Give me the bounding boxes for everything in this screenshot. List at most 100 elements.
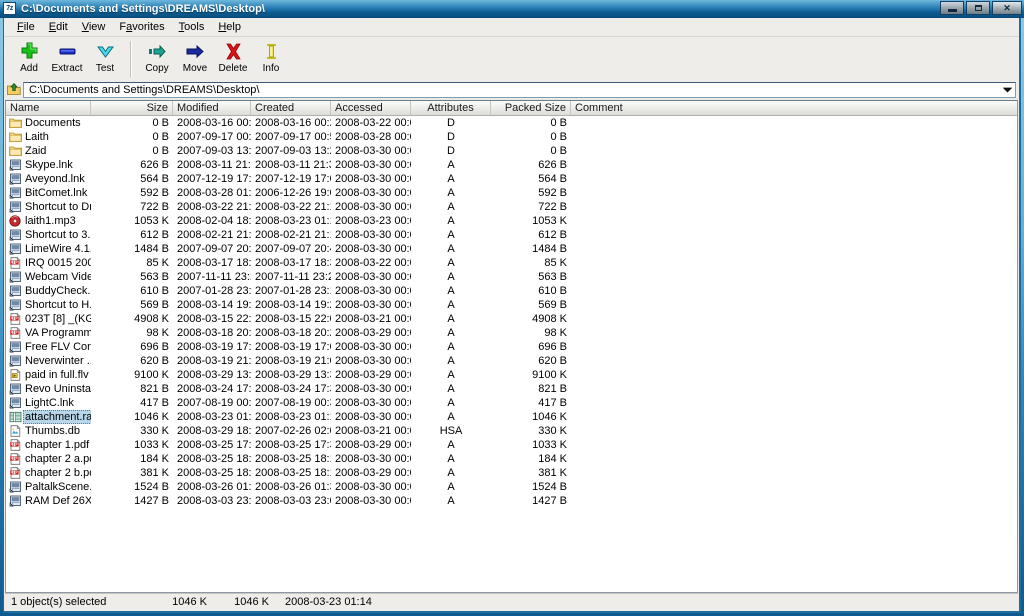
column-header-name[interactable]: Name [6,101,91,115]
address-input[interactable]: C:\Documents and Settings\DREAMS\Desktop… [23,81,1016,98]
shortcut-icon [9,285,22,297]
menu-item-view[interactable]: View [75,19,113,35]
table-row[interactable]: LightC.lnk 417 B 2007-08-19 00:33 2007-08-1… [6,396,1017,410]
table-row[interactable]: Shortcut to Dr... 722 B 2008-03-22 21:12 20… [6,200,1017,214]
table-row[interactable]: Webcam Vide... 563 B 2007-11-11 23:21 2007-… [6,270,1017,284]
shortcut-icon [9,173,22,185]
cell-modified: 2008-03-29 13:38 [177,369,251,381]
table-row[interactable]: Shortcut to H... 569 B 2008-03-14 19:27 200… [6,298,1017,312]
cell-name: Thumbs.db [6,424,91,438]
shortcut-icon [9,159,22,171]
test-button[interactable]: Test [86,39,124,79]
cell-modified: 2008-03-03 23:00 [177,495,251,507]
cell-name: LimeWire 4.1... [6,242,91,256]
table-row[interactable]: laith1.mp3 1053 K 2008-02-04 18:18 2008-03-… [6,214,1017,228]
column-header-size[interactable]: Size [91,101,173,115]
copy-button[interactable]: Copy [138,39,176,79]
file-name-label: LightC.lnk [25,397,74,409]
column-header-created[interactable]: Created [251,101,331,115]
column-header-accessed[interactable]: Accessed [331,101,411,115]
table-row[interactable]: Revo Uninstal... 821 B 2008-03-24 17:34 200… [6,382,1017,396]
cell-name: Skype.lnk [6,158,91,172]
file-name-label: Zaid [25,145,47,157]
column-header-modified[interactable]: Modified [173,101,251,115]
title-bar[interactable]: 7z C:\Documents and Settings\DREAMS\Desk… [0,0,1024,18]
table-row[interactable]: 023T [8] _(KG... 4908 K 2008-03-15 22:01 20… [6,312,1017,326]
info-button[interactable]: Info [252,39,290,79]
table-row[interactable]: Laith 0 B 2007-09-17 00:53 2007-09-17 00:53… [6,130,1017,144]
table-row[interactable]: Thumbs.db 330 K 2008-03-29 18:55 2007-02-26… [6,424,1017,438]
pdf-icon [9,439,22,451]
table-row[interactable]: chapter 1.pdf 1033 K 2008-03-25 17:31 2008-… [6,438,1017,452]
table-row[interactable]: PaltalkScene.l... 1524 B 2008-03-26 01:31 2… [6,480,1017,494]
up-folder-icon[interactable] [5,82,23,98]
minimize-button[interactable] [940,1,964,15]
cell-packed: 626 B [538,159,567,171]
table-row[interactable]: Shortcut to 3... 612 B 2008-02-21 21:18 200… [6,228,1017,242]
menu-item-help[interactable]: Help [211,19,248,35]
cell-size: 564 B [140,173,169,185]
file-list[interactable]: Name Size Modified Created Accessed Attribute… [5,100,1018,593]
table-row[interactable]: chapter 2 b.pdf 381 K 2008-03-25 18:14 2008… [6,466,1017,480]
cell-attributes: HSA [439,425,463,437]
pdf-icon [9,257,22,269]
cell-size: 85 K [146,257,169,269]
table-row[interactable]: Neverwinter ... 620 B 2008-03-19 21:01 2008… [6,354,1017,368]
menu-item-favorites[interactable]: Favorites [112,19,171,35]
cell-attributes: A [447,439,455,451]
cell-created: 2007-08-19 00:33 [255,397,331,409]
cell-packed: 85 K [544,257,567,269]
menu-item-edit[interactable]: Edit [42,19,75,35]
cell-name: Revo Uninstal... [6,382,91,396]
cell-comment [571,480,1017,494]
menu-item-file[interactable]: File [10,19,42,35]
cell-packed: 592 B [538,187,567,199]
column-header-packed[interactable]: Packed Size [491,101,571,115]
address-value: C:\Documents and Settings\DREAMS\Desktop… [29,83,260,96]
menu-item-tools[interactable]: Tools [172,19,212,35]
cell-modified: 2007-09-17 00:53 [177,131,251,143]
pdf-icon [9,327,22,339]
cell-modified: 2008-03-26 01:31 [177,481,251,493]
pdf-icon [9,453,22,465]
cell-modified: 2007-09-07 20:41 [177,243,251,255]
close-button[interactable]: ✕ [992,1,1022,15]
cell-created: 2008-03-11 21:37 [255,159,331,171]
table-row[interactable]: BitComet.lnk 592 B 2008-03-28 01:28 2006-12… [6,186,1017,200]
table-row[interactable]: Zaid 0 B 2007-09-03 13:20 2007-09-03 13:20 2… [6,144,1017,158]
table-row[interactable]: Documents 0 B 2008-03-16 00:29 2008-03-16 0… [6,116,1017,130]
table-row[interactable]: chapter 2 a.pdf 184 K 2008-03-25 18:14 2008… [6,452,1017,466]
add-button[interactable]: Add [10,39,48,79]
table-row[interactable]: Aveyond.lnk 564 B 2007-12-19 17:03 2007-12-… [6,172,1017,186]
cell-name: chapter 2 b.pdf [6,466,91,480]
cell-comment [571,242,1017,256]
address-dropdown-chevron-down-icon[interactable] [1000,83,1014,97]
move-button[interactable]: Move [176,39,214,79]
maximize-button[interactable] [966,1,990,15]
table-row[interactable]: IRQ 0015 200... 85 K 2008-03-17 18:34 2008-… [6,256,1017,270]
cell-size: 563 B [140,271,169,283]
status-selection: 1 object(s) selected [11,596,107,608]
cell-created: 2008-03-22 21:12 [255,201,331,213]
cell-accessed: 2008-03-22 00:00 [335,257,411,269]
file-name-label: laith1.mp3 [25,215,76,227]
column-header-comment[interactable]: Comment [571,101,1017,115]
table-row[interactable]: attachment.rar 1046 K 2008-03-23 01:14 2008… [6,410,1017,424]
table-row[interactable]: LimeWire 4.1... 1484 B 2007-09-07 20:41 200… [6,242,1017,256]
table-row[interactable]: BuddyCheck.l... 610 B 2007-01-28 23:13 2007… [6,284,1017,298]
table-row[interactable]: Free FLV Con... 696 B 2008-03-19 17:05 2008… [6,340,1017,354]
cell-accessed: 2008-03-28 00:00 [335,131,411,143]
table-row[interactable]: Skype.lnk 626 B 2008-03-11 21:37 2008-03-11… [6,158,1017,172]
table-row[interactable]: RAM Def 26X... 1427 B 2008-03-03 23:00 2008… [6,494,1017,508]
extract-button[interactable]: Extract [48,39,86,79]
cell-accessed: 2008-03-30 00:00 [335,229,411,241]
column-header-attributes[interactable]: Attributes [411,101,491,115]
delete-button[interactable]: Delete [214,39,252,79]
shortcut-icon [9,201,22,213]
table-row[interactable]: paid in full.flv 9100 K 2008-03-29 13:38 20… [6,368,1017,382]
table-row[interactable]: VA Programm... 98 K 2008-03-18 20:26 2008-0… [6,326,1017,340]
cell-created: 2007-12-19 17:03 [255,173,331,185]
cell-created: 2007-09-03 13:20 [255,145,331,157]
cell-name: RAM Def 26X... [6,494,91,508]
cell-name: Neverwinter ... [6,354,91,368]
